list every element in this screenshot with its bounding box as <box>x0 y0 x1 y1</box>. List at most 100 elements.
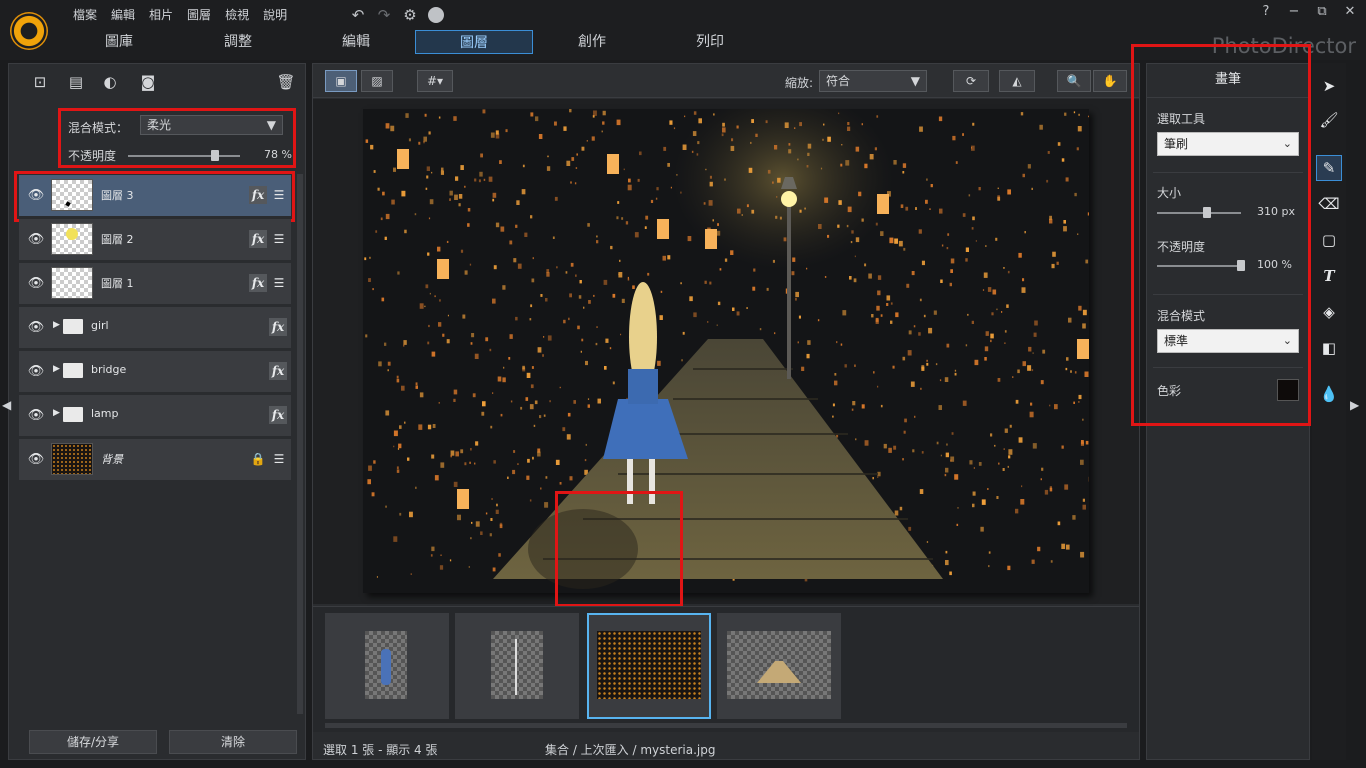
fx-icon[interactable]: fx <box>269 406 287 424</box>
tab-library[interactable]: 圖庫 <box>60 30 178 54</box>
lantern-dot <box>531 366 534 369</box>
eye-icon[interactable]: 👁 <box>27 451 45 469</box>
eye-icon[interactable]: 👁 <box>27 407 45 425</box>
rotate-icon[interactable]: ⟳ <box>953 70 989 92</box>
lantern-large <box>877 194 889 214</box>
layer-group-row[interactable]: 👁 ▶ girl fx <box>19 307 291 349</box>
layer-menu-icon[interactable]: ▤ <box>65 72 87 92</box>
expand-arrow-icon[interactable]: ▶ <box>53 408 60 418</box>
layer-row[interactable]: 👁 圖層 2 fx ☰ <box>19 219 291 261</box>
lantern-dot <box>469 461 471 464</box>
brush-icon[interactable]: ✎ <box>1316 155 1342 181</box>
trash-icon[interactable]: 🗑 <box>275 72 297 92</box>
minimize-icon[interactable]: − <box>1284 4 1304 19</box>
filmstrip-scrollbar[interactable] <box>325 723 1127 728</box>
layer-settings-icon[interactable]: ☰ <box>271 230 287 248</box>
collapse-left-icon[interactable]: ◀ <box>2 398 11 412</box>
menu-photo[interactable]: 相片 <box>142 6 180 24</box>
menu-edit[interactable]: 編輯 <box>104 6 142 24</box>
tab-layers[interactable]: 圖層 <box>415 30 533 54</box>
fx-icon[interactable]: fx <box>269 318 287 336</box>
account-icon[interactable] <box>426 6 446 24</box>
layer-settings-icon[interactable]: ☰ <box>271 450 287 468</box>
photo-canvas[interactable] <box>363 109 1089 593</box>
eye-icon[interactable]: 👁 <box>27 275 45 293</box>
fx-icon[interactable]: fx <box>269 362 287 380</box>
tab-print[interactable]: 列印 <box>651 30 769 54</box>
lantern-dot <box>972 503 975 508</box>
app-logo-icon <box>10 12 48 50</box>
lantern-dot <box>565 271 568 274</box>
tab-create[interactable]: 創作 <box>533 30 651 54</box>
clear-button[interactable]: 清除 <box>169 730 297 754</box>
expand-arrow-icon[interactable]: ▶ <box>53 320 60 330</box>
save-share-button[interactable]: 儲存/分享 <box>29 730 157 754</box>
lantern-dot <box>767 169 771 174</box>
view-compare-icon[interactable]: ▨ <box>361 70 393 92</box>
layer-row-background[interactable]: 👁 背景 🔒 ☰ <box>19 439 291 481</box>
gradient-icon[interactable]: ◧ <box>1316 335 1342 361</box>
eye-icon[interactable]: 👁 <box>27 231 45 249</box>
eye-icon[interactable]: 👁 <box>27 363 45 381</box>
tab-adjust[interactable]: 調整 <box>179 30 297 54</box>
close-icon[interactable]: ✕ <box>1340 4 1360 19</box>
view-single-icon[interactable]: ▣ <box>325 70 357 92</box>
add-layer-icon[interactable]: ⊡ <box>29 72 51 92</box>
lantern-dot <box>414 213 417 216</box>
lantern-dot <box>892 365 895 369</box>
lantern-dot <box>680 282 682 285</box>
lantern-dot <box>1015 508 1019 514</box>
fill-bucket-icon[interactable]: ◈ <box>1316 299 1342 325</box>
lantern-dot <box>1063 220 1066 224</box>
rectangle-icon[interactable]: ▢ <box>1316 227 1342 253</box>
restore-icon[interactable]: ⧉ <box>1312 4 1332 19</box>
settings-gear-icon[interactable]: ⚙ <box>400 6 420 24</box>
filmstrip-thumb[interactable] <box>325 613 449 719</box>
lantern-dot <box>399 512 402 516</box>
adjustment-layer-icon[interactable]: ◐ <box>99 72 121 92</box>
pointer-icon[interactable]: ➤ <box>1316 73 1342 99</box>
tab-edit[interactable]: 編輯 <box>297 30 415 54</box>
lantern-dot <box>792 257 796 262</box>
layer-group-row[interactable]: 👁 ▶ bridge fx <box>19 351 291 393</box>
layer-row[interactable]: 👁 圖層 1 fx ☰ <box>19 263 291 305</box>
smart-brush-icon[interactable]: 🖌 <box>1316 107 1342 133</box>
menu-file[interactable]: 檔案 <box>66 6 104 24</box>
undo-icon[interactable]: ↶ <box>348 6 368 24</box>
grid-icon[interactable]: #▾ <box>417 70 453 92</box>
layers-scrollbar[interactable] <box>297 174 303 714</box>
layer-thumbnail <box>51 267 93 299</box>
filmstrip-thumb[interactable] <box>717 613 841 719</box>
lantern-dot <box>500 413 503 417</box>
menu-help[interactable]: 說明 <box>256 6 294 24</box>
lantern-dot <box>549 400 551 403</box>
hand-tool-icon[interactable]: ✋ <box>1093 70 1127 92</box>
zoom-value: 符合 <box>826 74 851 88</box>
zoom-tool-icon[interactable]: 🔍 <box>1057 70 1091 92</box>
menu-view[interactable]: 檢視 <box>218 6 256 24</box>
zoom-select[interactable]: 符合 ▼ <box>819 70 927 92</box>
lantern-dot <box>1029 411 1034 418</box>
layer-settings-icon[interactable]: ☰ <box>271 274 287 292</box>
filmstrip-thumb-selected[interactable] <box>587 613 711 719</box>
flip-icon[interactable]: ◭ <box>999 70 1035 92</box>
mask-icon[interactable]: ◙ <box>137 72 159 92</box>
fx-icon[interactable]: fx <box>249 230 267 248</box>
eye-icon[interactable]: 👁 <box>27 319 45 337</box>
fx-icon[interactable]: fx <box>249 274 267 292</box>
blur-drop-icon[interactable]: 💧 <box>1316 381 1342 407</box>
lantern-dot <box>918 229 922 234</box>
filmstrip-thumb[interactable] <box>455 613 579 719</box>
expand-arrow-icon[interactable]: ▶ <box>53 364 60 374</box>
help-icon[interactable]: ? <box>1256 4 1276 19</box>
canvas-area[interactable] <box>313 99 1139 607</box>
lantern-dot <box>1009 424 1012 428</box>
redo-icon[interactable]: ↷ <box>374 6 394 24</box>
lantern-dot <box>510 400 513 403</box>
collapse-right-icon[interactable]: ▶ <box>1350 398 1359 412</box>
lantern-dot <box>939 379 942 382</box>
menu-layer[interactable]: 圖層 <box>180 6 218 24</box>
layer-group-row[interactable]: 👁 ▶ lamp fx <box>19 395 291 437</box>
eraser-icon[interactable]: ⌫ <box>1316 191 1342 217</box>
text-icon[interactable]: T <box>1316 263 1342 289</box>
